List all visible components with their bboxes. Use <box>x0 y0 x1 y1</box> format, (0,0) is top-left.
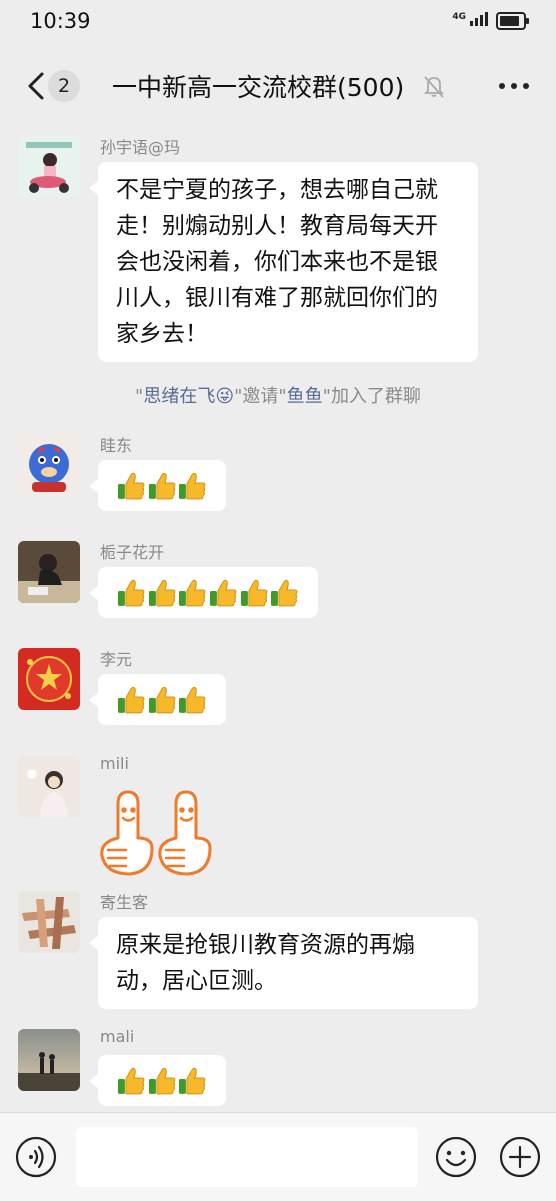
network-type: 4G <box>452 12 466 22</box>
chat-header: 2 一中新高一交流校群(500) <box>0 44 556 128</box>
sender-name: mali <box>100 1027 135 1046</box>
signal-icon: 4G <box>452 12 488 26</box>
message-input[interactable] <box>76 1127 418 1187</box>
avatar[interactable] <box>18 891 80 953</box>
avatar[interactable] <box>18 136 80 198</box>
thumbs-up-emoji-icon <box>179 1067 206 1095</box>
thumbs-up-row <box>98 460 226 511</box>
battery-icon <box>496 12 529 30</box>
thumbs-up-emoji-icon <box>117 472 145 500</box>
sender-name: 孙宇语@玛 <box>100 138 181 157</box>
thumbs-up-emoji-icon <box>117 1067 145 1095</box>
thumbs-up-emoji-icon <box>148 686 176 714</box>
message-bubble[interactable]: 不是宁夏的孩子，想去哪自己就走！别煽动别人！教育局每天开会也没闲着，你们本来也不… <box>89 162 478 362</box>
plus-icon[interactable] <box>498 1135 542 1179</box>
person-writing-avatar <box>18 541 80 603</box>
message-bubble[interactable] <box>89 674 226 725</box>
thumbs-up-row <box>98 674 226 725</box>
tiger-avatar <box>18 434 80 496</box>
message-bubble[interactable] <box>89 1055 226 1106</box>
message-text: 不是宁夏的孩子，想去哪自己就走！别煽动别人！教育局每天开会也没闲着，你们本来也不… <box>116 177 438 347</box>
thumbs-up-emoji-icon <box>240 579 268 607</box>
message-text: 原来是抢银川教育资源的再煽动，居心叵测。 <box>116 932 415 994</box>
sunset-couple-avatar <box>18 1029 80 1091</box>
sender-name: 眭东 <box>100 436 133 455</box>
thumbs-up-row <box>98 1055 226 1106</box>
hands-avatar <box>18 891 80 953</box>
thumbs-up-emoji-icon <box>179 472 206 500</box>
thumbs-up-emoji-icon <box>148 1067 176 1095</box>
inviter-link[interactable]: 思绪在飞😜 <box>143 386 234 407</box>
sender-name: 李元 <box>100 650 133 669</box>
unread-count-badge[interactable]: 2 <box>48 70 80 102</box>
avatar[interactable] <box>18 434 80 496</box>
emoji-icon[interactable] <box>434 1135 478 1179</box>
more-options-icon[interactable] <box>494 68 534 104</box>
message-bubble[interactable] <box>89 567 318 618</box>
mute-bell-icon <box>423 76 445 98</box>
thumbs-up-emoji-icon <box>117 579 145 607</box>
girl-on-scooter-avatar <box>18 136 80 198</box>
red-star-avatar <box>18 648 80 710</box>
avatar[interactable] <box>18 1029 80 1091</box>
sender-name: mili <box>100 754 129 773</box>
voice-icon[interactable] <box>14 1135 58 1179</box>
thumbs-up-emoji-icon <box>271 579 298 607</box>
sender-name: 寄生客 <box>100 893 149 912</box>
chat-title: 一中新高一交流校群(500) <box>112 73 405 102</box>
girl-avatar <box>18 756 80 818</box>
message-bubble[interactable] <box>89 460 226 511</box>
message-bubble[interactable]: 原来是抢银川教育资源的再煽动，居心叵测。 <box>89 917 478 1009</box>
composer-bar <box>0 1112 556 1201</box>
system-notice: "思绪在飞😜"邀请"鱼鱼"加入了群聊 <box>135 386 421 407</box>
thumbs-up-sticker[interactable] <box>96 786 218 878</box>
thumbs-up-emoji-icon <box>179 579 206 607</box>
thumbs-up-emoji-icon <box>148 579 176 607</box>
thumbs-up-emoji-icon <box>209 579 237 607</box>
avatar[interactable] <box>18 648 80 710</box>
thumbs-up-row <box>98 567 318 618</box>
thumbs-up-emoji-icon <box>148 472 176 500</box>
status-time: 10:39 <box>30 9 91 33</box>
thumbs-up-emoji-icon <box>117 686 145 714</box>
thumbs-up-emoji-icon <box>179 686 206 714</box>
status-bar: 10:39 4G <box>0 0 556 44</box>
avatar[interactable] <box>18 541 80 603</box>
avatar[interactable] <box>18 756 80 818</box>
invitee-link[interactable]: 鱼鱼 <box>287 386 323 407</box>
sender-name: 栀子花开 <box>100 543 165 562</box>
